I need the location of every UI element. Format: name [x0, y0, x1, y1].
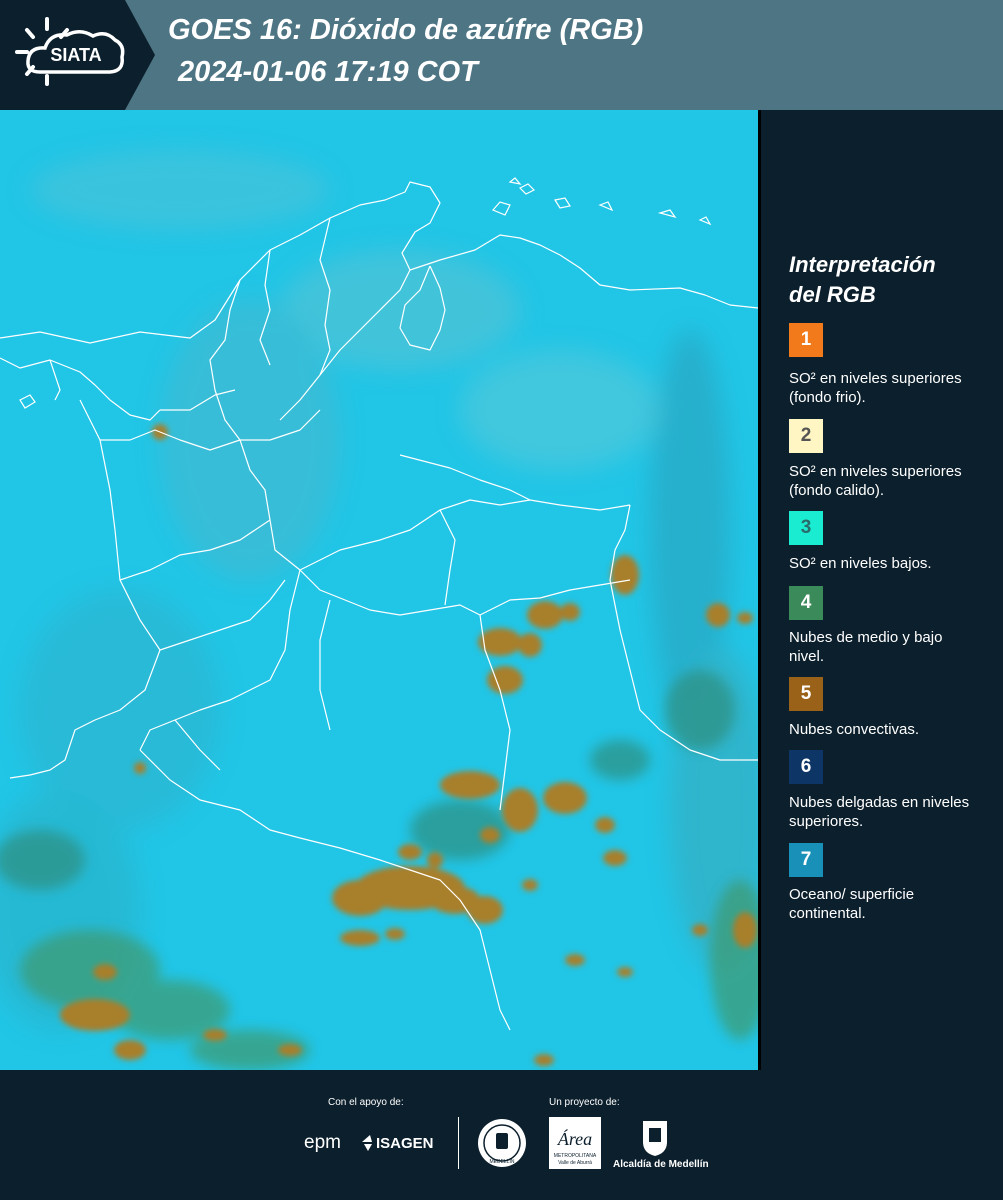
legend-label-1: SO² en niveles superiores (fondo frio).	[789, 370, 962, 406]
satellite-map[interactable]	[0, 110, 758, 1070]
header: SIATA GOES 16: Dióxido de azúfre (RGB) 2…	[0, 0, 1003, 110]
legend-label-3: SO² en niveles bajos.	[789, 555, 932, 572]
legend-label-5: Nubes convectivas.	[789, 721, 920, 738]
page-title: GOES 16: Dióxido de azúfre (RGB)	[168, 14, 644, 46]
legend-swatch-number: 5	[800, 683, 812, 704]
legend-swatch-number: 2	[800, 425, 812, 446]
alcaldia-shield-icon	[643, 1121, 667, 1156]
legend-title-line1: Interpretación	[789, 252, 936, 277]
medellin-seal-icon: MEDELLÍN	[478, 1119, 526, 1167]
area-logo-text: Área	[557, 1128, 592, 1149]
seal-text: MEDELLÍN	[489, 1158, 514, 1165]
legend-swatch-5: 5	[789, 677, 823, 711]
area-logo-sub2: Valle de Aburrá	[558, 1160, 592, 1166]
alcaldia-label: Alcaldía de Medellín	[613, 1159, 709, 1170]
support-label: Con el apoyo de:	[328, 1097, 404, 1108]
legend-swatch-4: 4	[789, 586, 823, 620]
legend-label-4: Nubes de medio y bajo nivel.	[789, 629, 943, 665]
isagen-icon	[362, 1135, 372, 1151]
legend-title: Interpretación del RGB	[789, 250, 989, 310]
project-label: Un proyecto de:	[549, 1097, 620, 1108]
legend-swatch-6: 6	[789, 750, 823, 784]
legend-swatch-number: 7	[800, 849, 812, 870]
legend-swatch-number: 1	[800, 329, 812, 350]
legend-swatch-number: 3	[800, 517, 812, 538]
isagen-logo: ISAGEN	[376, 1135, 434, 1152]
legend-swatch-number: 4	[800, 592, 812, 613]
legend-swatch-3: 3	[789, 511, 823, 545]
legend-swatch-7: 7	[789, 843, 823, 877]
legend-label-7: Oceano/ superficie continental.	[789, 886, 915, 922]
legend-swatch-number: 6	[800, 756, 812, 777]
legend-label-2: SO² en niveles superiores (fondo calido)…	[789, 463, 962, 499]
legend-title-line2: del RGB	[789, 282, 876, 307]
epm-logo: epm	[304, 1132, 341, 1153]
legend-swatch-1: 1	[789, 323, 823, 357]
area-metropolitana-logo: Área METROPOLITANA Valle de Aburrá	[549, 1117, 601, 1169]
brand-text: SIATA	[50, 45, 101, 65]
legend-swatch-2: 2	[789, 419, 823, 453]
page-datetime: 2024-01-06 17:19 COT	[178, 56, 478, 88]
logo-panel: SIATA	[0, 0, 155, 110]
area-logo-sub1: METROPOLITANA	[554, 1153, 597, 1159]
footer-divider	[458, 1117, 459, 1169]
sponsor-logos: epm ISAGEN	[304, 1132, 434, 1153]
legend-label-6: Nubes delgadas en niveles superiores.	[789, 794, 970, 830]
